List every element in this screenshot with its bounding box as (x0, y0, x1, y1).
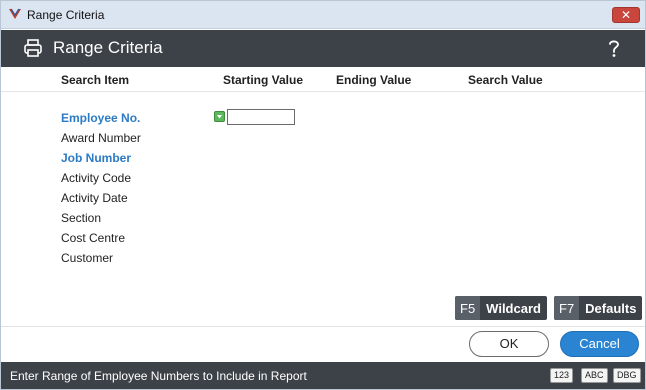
item-cost-centre[interactable]: Cost Centre (61, 231, 125, 245)
badge-debug[interactable]: DBG (613, 368, 641, 383)
item-customer[interactable]: Customer (61, 251, 113, 265)
column-headers: Search Item Starting Value Ending Value … (1, 67, 645, 92)
ok-button[interactable]: OK (469, 331, 549, 357)
defaults-label: Defaults (585, 300, 637, 316)
employee-no-start-input[interactable] (227, 109, 295, 125)
cancel-button[interactable]: Cancel (560, 331, 639, 357)
item-activity-date[interactable]: Activity Date (61, 191, 128, 205)
item-award-number[interactable]: Award Number (61, 131, 141, 145)
app-logo-icon (9, 8, 21, 19)
range-criteria-window: Range Criteria ✕ Range Criteria Search I… (0, 0, 646, 390)
item-activity-code[interactable]: Activity Code (61, 171, 131, 185)
item-employee-no[interactable]: Employee No. (61, 111, 140, 125)
dialog-header: Range Criteria (1, 30, 645, 67)
wildcard-button[interactable]: F5 Wildcard (455, 296, 547, 320)
footer-divider (1, 326, 645, 327)
col-search-item: Search Item (61, 73, 130, 87)
wildcard-key: F5 (455, 296, 481, 320)
window-title: Range Criteria (27, 8, 105, 22)
printer-icon[interactable] (23, 38, 43, 58)
dialog-title: Range Criteria (53, 38, 163, 57)
col-search-value: Search Value (468, 73, 543, 87)
help-icon[interactable] (605, 37, 623, 59)
col-ending-value: Ending Value (336, 73, 412, 87)
status-text: Enter Range of Employee Numbers to Inclu… (10, 369, 307, 383)
col-starting-value: Starting Value (223, 73, 304, 87)
lookup-dropdown-icon[interactable] (214, 111, 225, 122)
item-section[interactable]: Section (61, 211, 101, 225)
badge-alpha[interactable]: ABC (581, 368, 608, 383)
item-job-number[interactable]: Job Number (61, 151, 131, 165)
badge-numeric[interactable]: 123 (550, 368, 574, 383)
status-bar: Enter Range of Employee Numbers to Inclu… (1, 362, 645, 389)
title-bar[interactable]: Range Criteria ✕ (1, 1, 645, 29)
close-button[interactable]: ✕ (612, 7, 640, 23)
defaults-key: F7 (554, 296, 580, 320)
defaults-button[interactable]: F7 Defaults (554, 296, 643, 320)
wildcard-label: Wildcard (486, 300, 541, 316)
